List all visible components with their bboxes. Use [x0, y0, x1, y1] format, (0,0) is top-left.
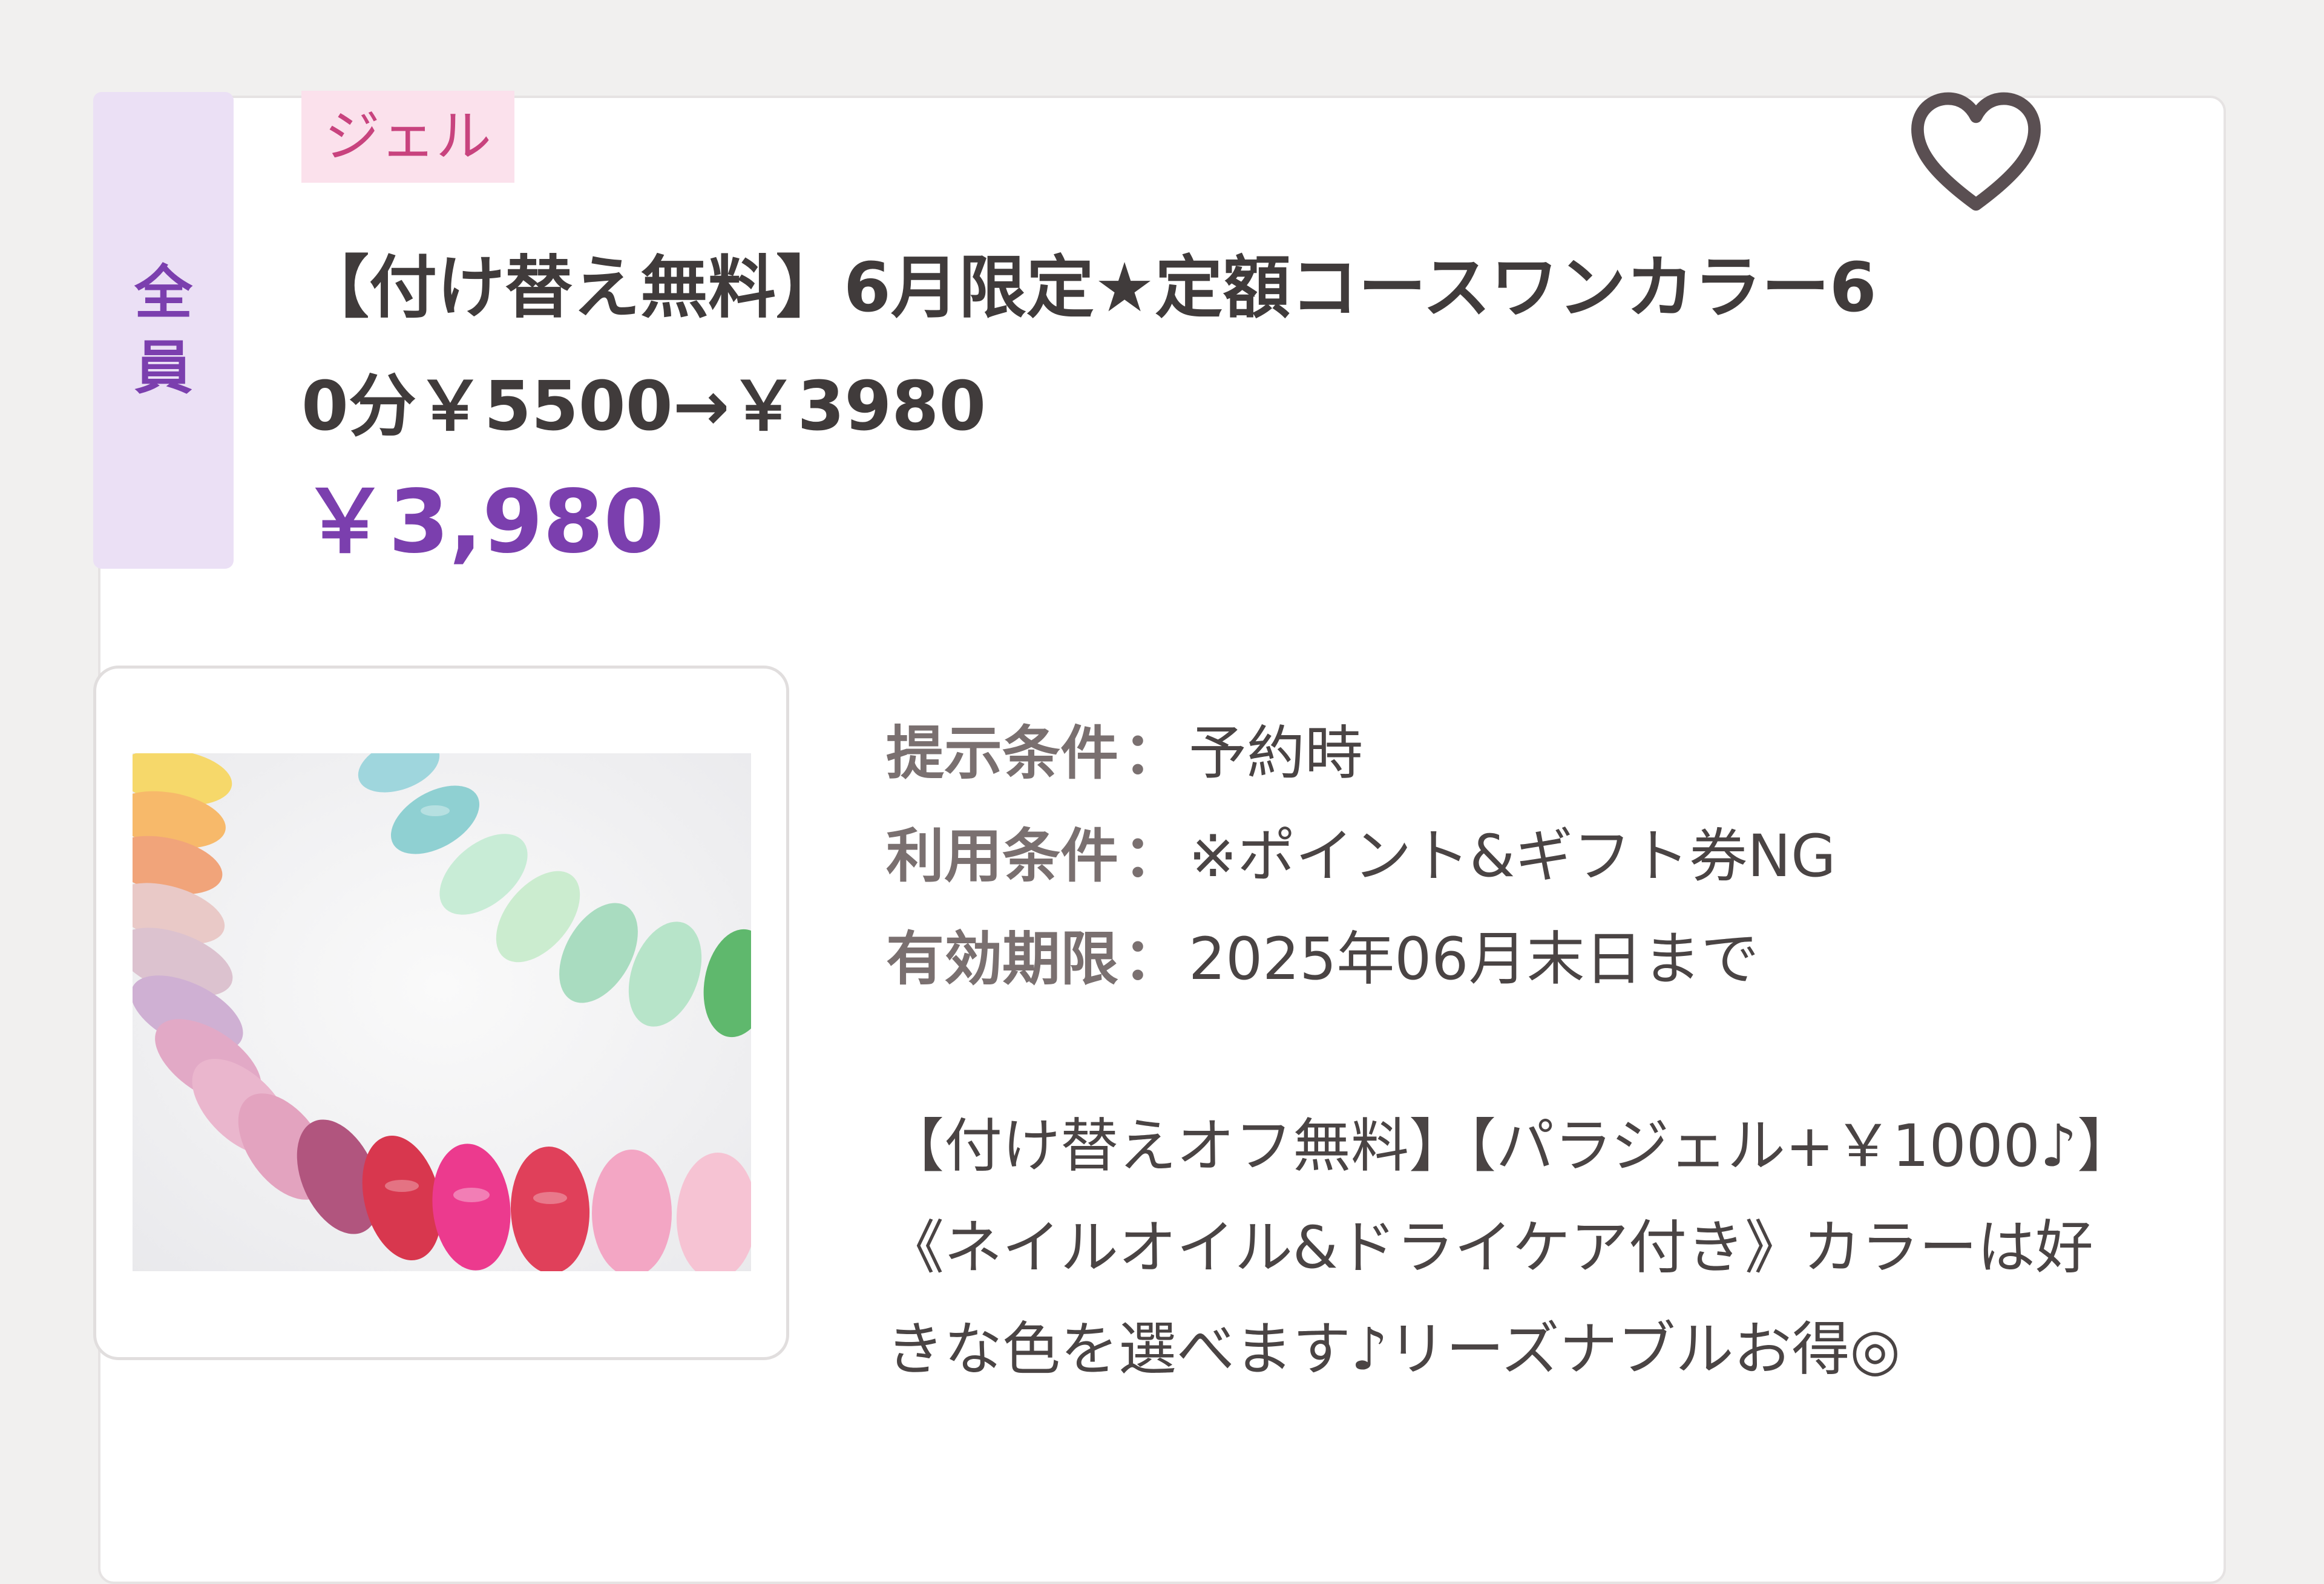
favorite-button[interactable]: [1906, 85, 2046, 224]
separator: ：: [1123, 719, 1181, 787]
presentation-condition-value: 予約時: [1189, 719, 1363, 787]
usage-condition-label: 利用条件: [886, 822, 1118, 890]
coupon-title: 【付け替え無料】6月限定★定額コースワンカラー60分￥5500→￥3980: [301, 249, 1877, 446]
expiry-label: 有効期限: [886, 925, 1118, 993]
target-badge-label: 全員: [134, 259, 192, 402]
expiry-row: 有効期限 ： 2025年06月末日まで: [886, 908, 2151, 1010]
presentation-condition-row: 提示条件 ： 予約時: [886, 702, 2151, 805]
nail-color-tips-photo: [133, 753, 751, 1271]
category-tag: ジェル: [301, 91, 515, 183]
usage-condition-value: ※ポイント&ギフト券NG: [1189, 822, 1836, 890]
expiry-value: 2025年06月末日まで: [1189, 925, 1759, 993]
usage-condition-row: 利用条件 ： ※ポイント&ギフト券NG: [886, 805, 2151, 908]
presentation-condition-label: 提示条件: [886, 719, 1118, 787]
coupon-conditions: 提示条件 ： 予約時 利用条件 ： ※ポイント&ギフト券NG 有効期限 ： 20…: [886, 702, 2151, 1010]
separator: ：: [1123, 925, 1181, 993]
coupon-price: ￥3,980: [301, 471, 665, 572]
coupon-thumbnail[interactable]: [93, 666, 789, 1360]
separator: ：: [1123, 822, 1181, 890]
coupon-description: 【付け替えオフ無料】【パラジェル+￥1000♪】《ネイルオイル&ドライケア付き》…: [886, 1112, 2107, 1383]
heart-outline-icon: [1911, 92, 2041, 211]
target-badge: 全員: [93, 92, 234, 569]
